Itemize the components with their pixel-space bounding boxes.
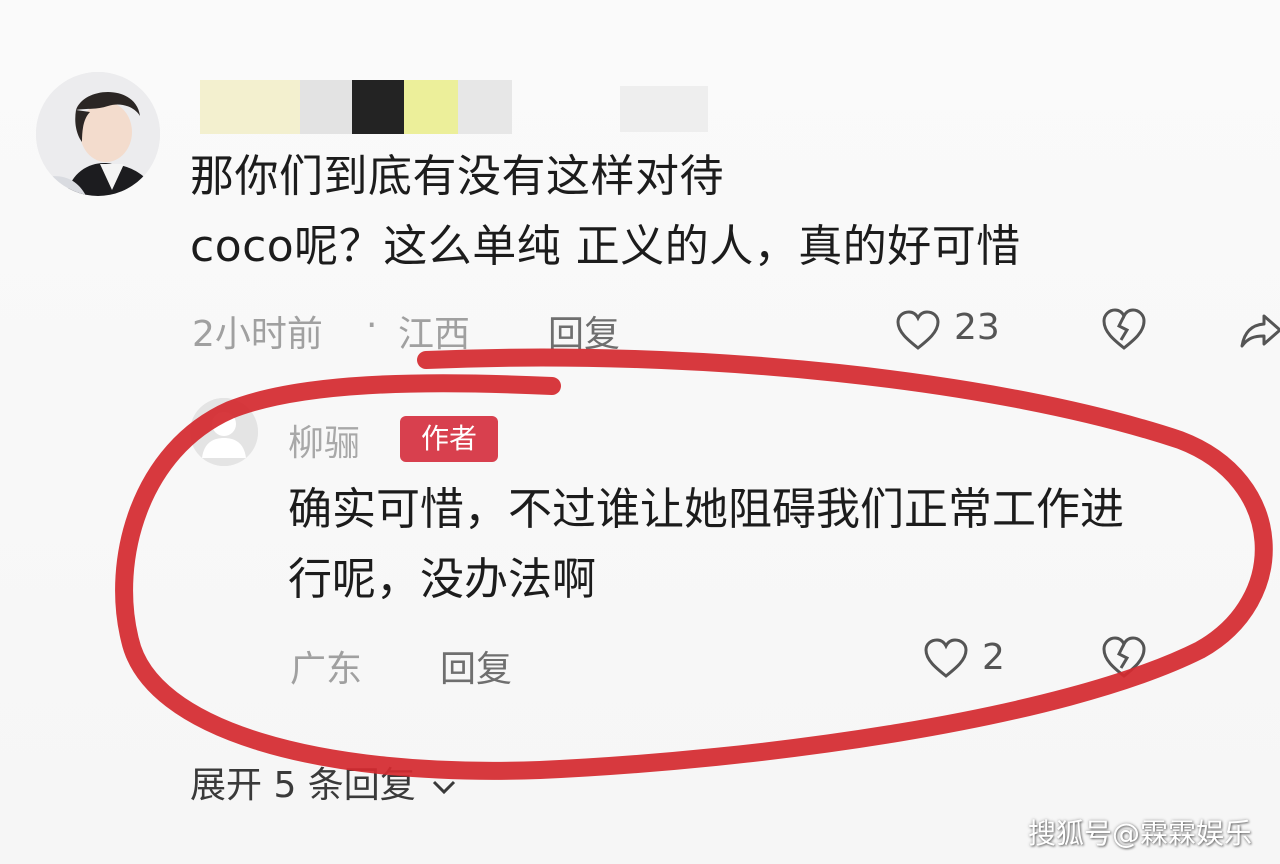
meta-separator: ·	[366, 305, 378, 346]
heart-outline-icon[interactable]	[894, 308, 942, 352]
heart-outline-icon[interactable]	[922, 636, 970, 680]
reply-like-count: 2	[982, 637, 1005, 678]
comment-time: 2小时前	[192, 314, 323, 355]
avatar-portrait-image	[36, 72, 160, 196]
commenter-username-redacted	[200, 80, 720, 134]
author-badge: 作者	[400, 416, 498, 462]
broken-heart-icon[interactable]	[1100, 306, 1148, 352]
comment-text-line-2: coco呢？这么单纯 正义的人，真的好可惜	[190, 221, 1021, 272]
comment-location: 江西	[398, 314, 471, 355]
author-avatar[interactable]	[190, 398, 258, 466]
comment-text-line-1: 那你们到底有没有这样对待	[190, 151, 724, 202]
watermark: 搜狐号@霖霖娱乐	[1027, 817, 1252, 850]
broken-heart-icon[interactable]	[1100, 634, 1148, 680]
comment-reply-button[interactable]: 回复	[548, 305, 620, 357]
comment-like-count: 23	[954, 307, 1000, 348]
commenter-avatar[interactable]	[36, 72, 160, 196]
reply-text-line-1: 确实可惜，不过谁让她阻碍我们正常工作进	[288, 484, 1124, 535]
reply-text-line-2: 行呢，没办法啊	[288, 554, 596, 605]
expand-replies-button[interactable]: 展开 5 条回复	[190, 756, 457, 808]
chevron-down-icon	[433, 780, 456, 795]
share-arrow-icon[interactable]	[1240, 310, 1280, 350]
default-user-icon	[190, 398, 258, 466]
expand-replies-label: 展开 5 条回复	[190, 765, 416, 806]
reply-location: 广东	[290, 649, 363, 690]
author-name[interactable]: 柳骊	[288, 414, 360, 466]
comment-screen: 那你们到底有没有这样对待 coco呢？这么单纯 正义的人，真的好可惜 2小时前 …	[0, 0, 1280, 864]
reply-reply-button[interactable]: 回复	[440, 640, 512, 692]
